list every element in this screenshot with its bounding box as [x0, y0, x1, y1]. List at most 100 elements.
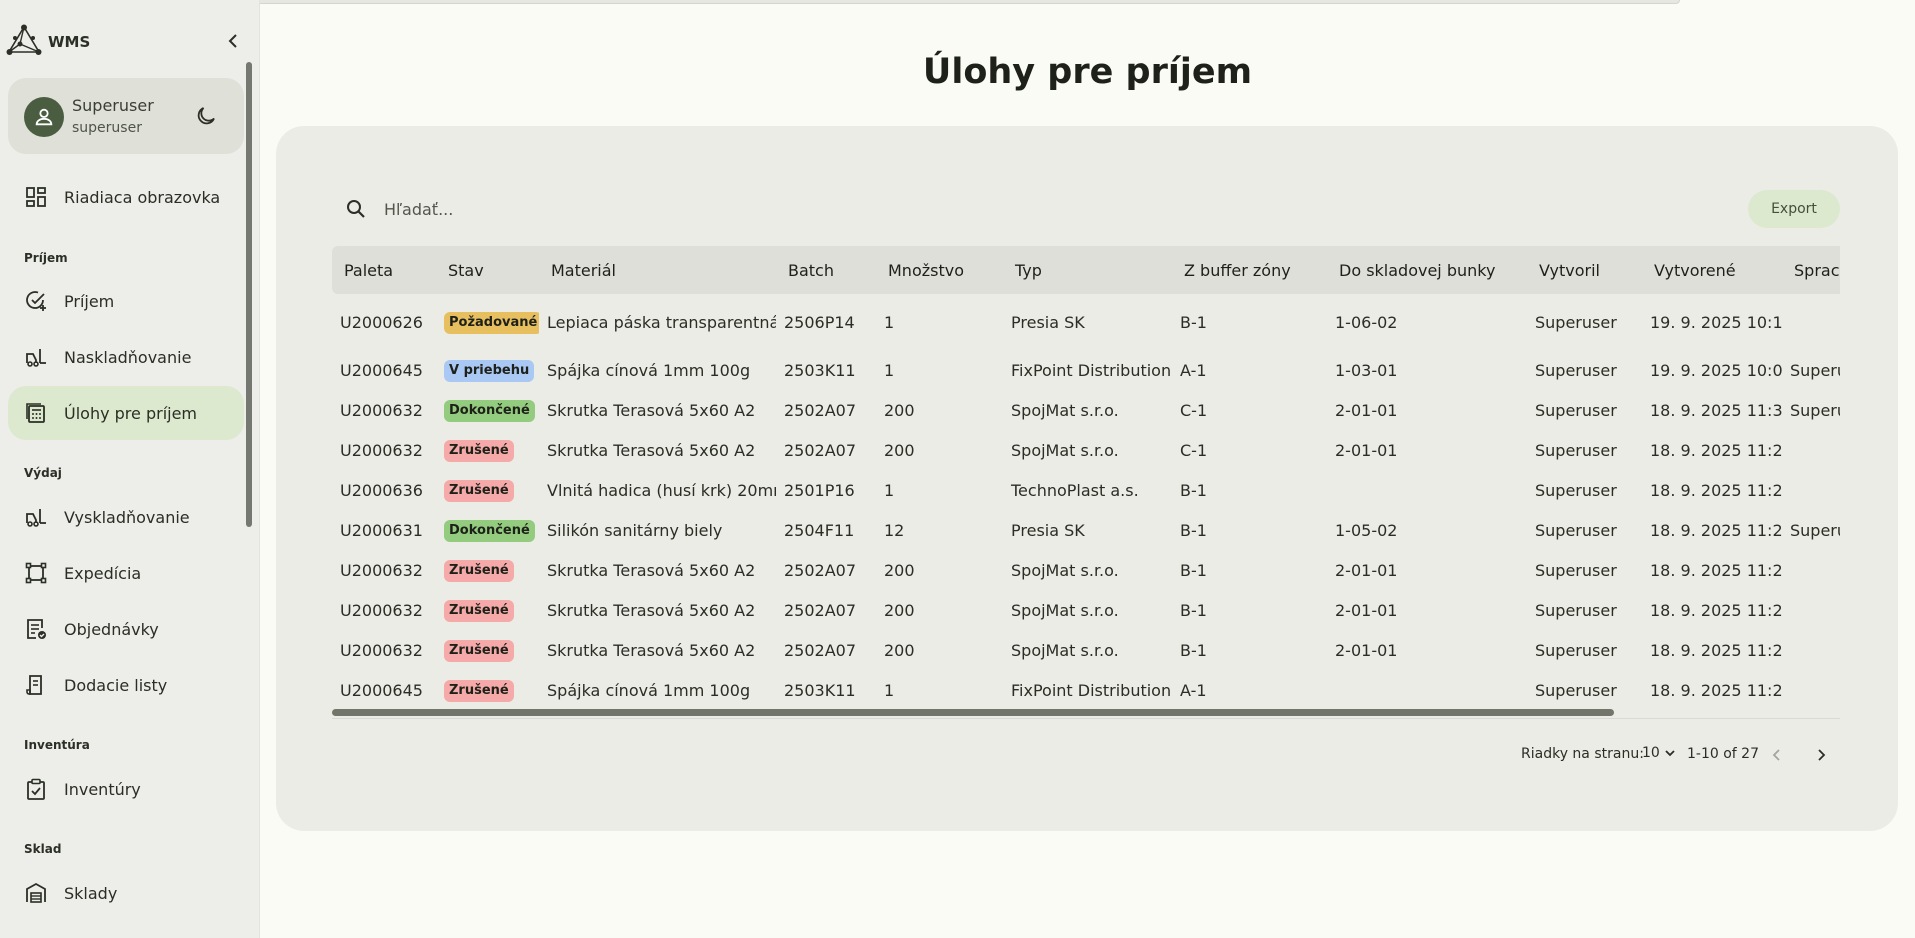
sidebar-item-picking[interactable]: Vyskladňovanie [8, 490, 244, 544]
column-header[interactable]: Vytvoril [1527, 246, 1642, 294]
table-cell: Skrutka Terasová 5x60 A2 [547, 400, 756, 420]
person-icon [35, 108, 53, 126]
table-cell: Superuser [1535, 360, 1617, 380]
table-cell: 18. 9. 2025 11:24 [1650, 560, 1782, 580]
table-cell: Dokončené [436, 390, 539, 430]
sidebar-item-putaway[interactable]: Naskladňovanie [8, 330, 244, 384]
table-row[interactable]: U2000645 Zrušené Spájka cínová 1mm 100g 250… [332, 670, 1840, 710]
dark-mode-moon-icon[interactable] [194, 104, 218, 128]
user-name: Superuser [72, 96, 154, 115]
table-cell: 1 [884, 480, 895, 500]
sidebar-item-dashboard[interactable]: Riadiaca obrazovka [8, 170, 244, 224]
table-cell: 18. 9. 2025 11:23 [1650, 600, 1782, 620]
table-row[interactable]: U2000632 Zrušené Skrutka Terasová 5x60 A2 2… [332, 430, 1840, 470]
table-row[interactable]: U2000632 Zrušené Skrutka Terasová 5x60 A2 2… [332, 630, 1840, 670]
nav-section-receive: Príjem [24, 251, 68, 265]
table-cell: B-1 [1180, 312, 1207, 332]
rows-per-page-label: Riadky na stranu: [1521, 746, 1644, 762]
rows-per-page-select[interactable]: 10 [1642, 745, 1677, 761]
sidebar-item-orders[interactable]: Objednávky [8, 602, 244, 656]
collapse-sidebar-icon[interactable] [224, 32, 242, 50]
table-cell: 1 [884, 312, 895, 332]
column-header[interactable]: Z buffer zóny [1172, 246, 1327, 294]
table-row[interactable]: U2000636 Zrušené Vlnitá hadica (husí krk) … [332, 470, 1840, 510]
table-cell: FixPoint Distribution [1011, 360, 1172, 380]
nav-section-inventory: Inventúra [24, 738, 90, 752]
table-cell: Presia SK [1011, 312, 1085, 332]
table-cell: SpojMat s.r.o. [1011, 440, 1119, 460]
table-cell: B-1 [1180, 480, 1207, 500]
sidebar-item-warehouses[interactable]: Sklady [8, 866, 244, 920]
table-cell: Skrutka Terasová 5x60 A2 [547, 600, 756, 620]
table-row[interactable]: U2000632 Zrušené Skrutka Terasová 5x60 A2 2… [332, 590, 1840, 630]
table-cell [1782, 630, 1840, 670]
table-cell: TechnoPlast a.s. [1011, 480, 1139, 500]
table-row[interactable]: U2000632 Dokončené Skrutka Terasová 5x60 A… [332, 390, 1840, 430]
table-row[interactable]: U2000626 Požadované Lepiaca páska transpar… [332, 294, 1840, 350]
column-header[interactable]: Do skladovej bunky [1327, 246, 1527, 294]
sidebar-item-shipping[interactable]: Expedícia [8, 546, 244, 600]
table-cell: U2000632 [340, 440, 423, 460]
status-badge: Zrušené [444, 599, 514, 622]
table-horizontal-scrollbar[interactable] [332, 709, 1614, 716]
table-cell: 18. 9. 2025 11:23 [1650, 640, 1782, 660]
sidebar-item-receive[interactable]: Príjem [8, 274, 244, 328]
nav-section-issue: Výdaj [24, 466, 62, 480]
sidebar-item-label: Dodacie listy [64, 675, 168, 695]
sidebar-item-inventories[interactable]: Inventúry [8, 762, 244, 816]
sidebar-item-receive-tasks[interactable]: Úlohy pre príjem [8, 386, 244, 440]
status-badge: Zrušené [444, 479, 514, 502]
table-cell: Superuser [1535, 600, 1617, 620]
sidebar-item-label: Expedícia [64, 563, 142, 583]
sidebar-item-label: Naskladňovanie [64, 347, 192, 367]
sidebar-item-delivery-notes[interactable]: Dodacie listy [8, 658, 244, 712]
table-cell: Skrutka Terasová 5x60 A2 [547, 560, 756, 580]
table-cell: SpojMat s.r.o. [1011, 600, 1119, 620]
wms-logo-icon [6, 24, 42, 55]
table-cell: Zrušené [436, 550, 539, 590]
brand[interactable]: WMS [6, 22, 246, 62]
column-header[interactable]: Typ [1003, 246, 1172, 294]
table-cell [1327, 470, 1527, 510]
table-row[interactable]: U2000632 Zrušené Skrutka Terasová 5x60 A2 2… [332, 550, 1840, 590]
sidebar-scrollbar[interactable] [246, 62, 252, 527]
column-header[interactable]: Batch [776, 246, 876, 294]
table-cell: Požadované [436, 294, 539, 350]
table-cell: C-1 [1180, 440, 1208, 460]
sidebar-item-label: Riadiaca obrazovka [64, 187, 221, 207]
avatar[interactable] [24, 97, 64, 137]
column-header[interactable]: Množstvo [876, 246, 1003, 294]
sidebar-item-label: Príjem [64, 291, 115, 311]
table-cell: Spájka cínová 1mm 100g [547, 680, 751, 700]
table-row[interactable]: U2000645 V priebehu Spájka cínová 1mm 100g… [332, 350, 1840, 390]
table-cell: Superuser [1535, 680, 1617, 700]
table-cell: 2-01-01 [1335, 600, 1398, 620]
nav-section-warehouse: Sklad [24, 842, 62, 856]
previous-page-chevron-icon[interactable] [1766, 744, 1788, 766]
table-cell: Skrutka Terasová 5x60 A2 [547, 640, 756, 660]
column-header[interactable]: Paleta [332, 246, 436, 294]
column-header[interactable]: Materiál [539, 246, 776, 294]
table-cell: C-1 [1180, 400, 1208, 420]
table-cell: 200 [884, 560, 915, 580]
table-row[interactable]: U2000631 Dokončené Silikón sanitárny biely… [332, 510, 1840, 550]
next-page-chevron-icon[interactable] [1810, 744, 1832, 766]
column-header[interactable]: Vytvorené [1642, 246, 1782, 294]
column-header[interactable]: Stav [436, 246, 539, 294]
search-input[interactable] [384, 194, 784, 224]
table-cell: A-1 [1180, 680, 1207, 700]
table-cell: 2502A07 [784, 560, 857, 580]
table-cell: 200 [884, 640, 915, 660]
tasks-table: Paleta Stav Materiál Batch Množstvo Typ Z buff… [332, 246, 1840, 710]
column-header[interactable]: Spracoval [1782, 246, 1840, 294]
table-cell [1782, 670, 1840, 710]
table-cell: Zrušené [436, 430, 539, 470]
status-badge: Zrušené [444, 439, 514, 462]
search-icon [347, 200, 365, 218]
table-cell: Superuser [1535, 480, 1617, 500]
tasks-card: Export PaletaStavMateriálBatchMnožstvoTy… [276, 126, 1898, 831]
table-cell: 1-06-02 [1335, 312, 1398, 332]
export-button[interactable]: Export [1748, 190, 1840, 228]
table-cell: Superuser [1535, 400, 1617, 420]
status-badge: V priebehu [444, 359, 535, 382]
